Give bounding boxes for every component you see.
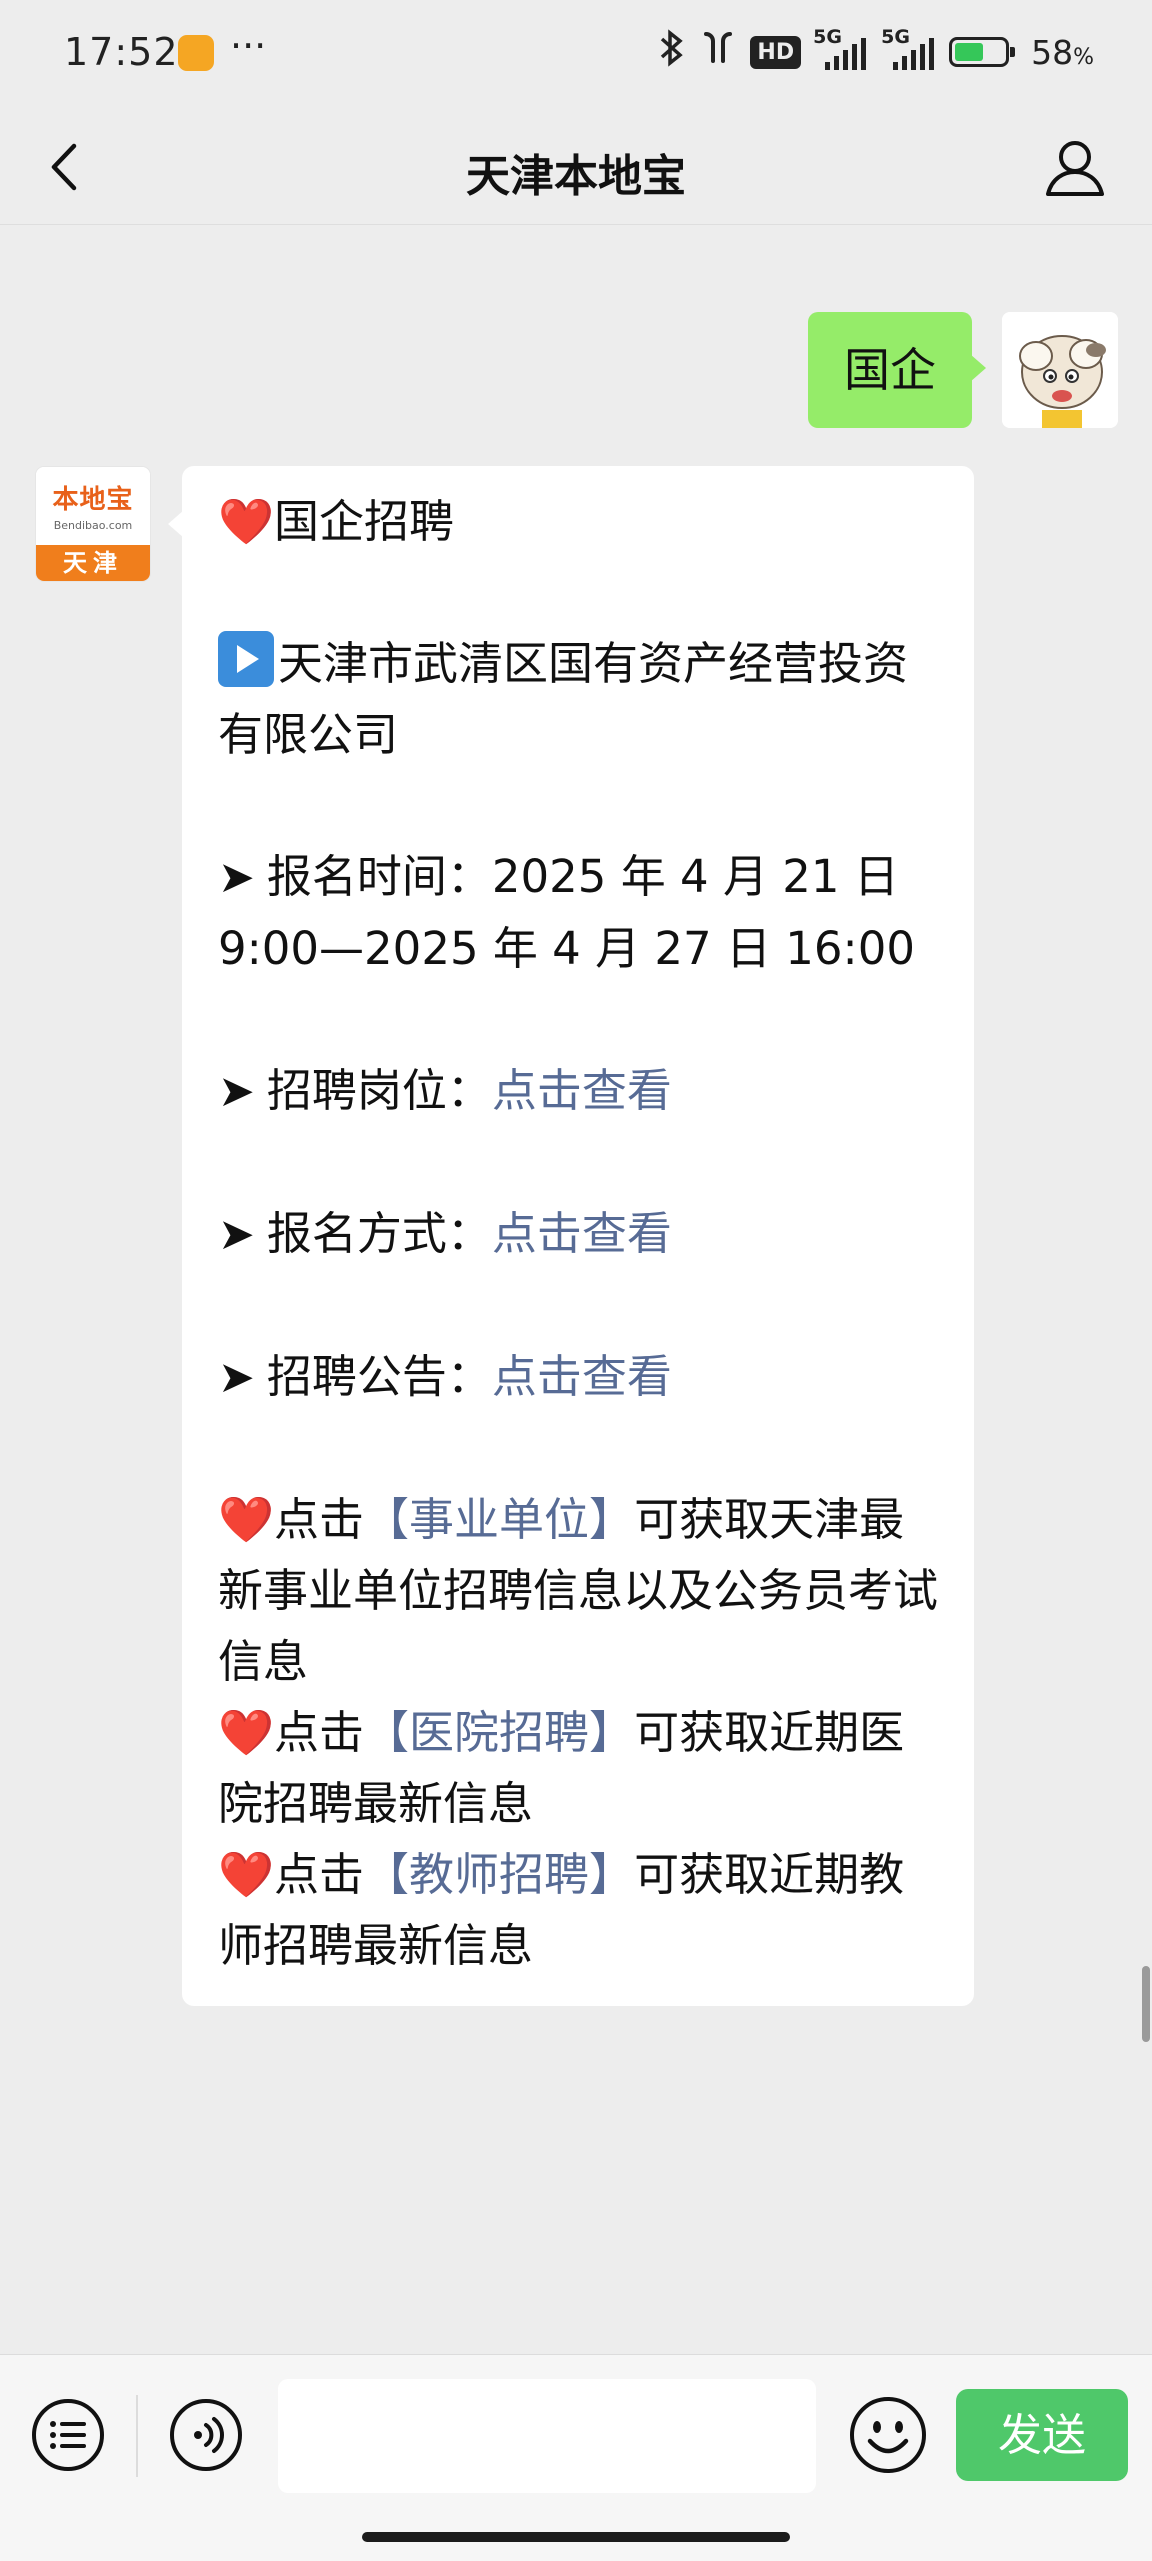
user-avatar[interactable] — [1002, 312, 1118, 428]
scrollbar-thumb[interactable] — [1142, 1966, 1150, 2042]
voice-button[interactable] — [168, 2397, 244, 2473]
arrow-icon: ➤ — [218, 852, 255, 903]
emoji-button[interactable] — [848, 2395, 928, 2475]
status-time: 17:52 — [64, 30, 179, 74]
app-notification-icon — [178, 35, 214, 71]
hospital-recruitment-link[interactable]: 【医院招聘】 — [364, 1706, 634, 1759]
method-link[interactable]: 点击查看 — [492, 1207, 672, 1260]
method-row: ➤ 报名方式：点击查看 — [218, 1207, 672, 1260]
send-button[interactable]: 发送 — [956, 2389, 1128, 2481]
positions-row: ➤ 招聘岗位：点击查看 — [218, 1064, 672, 1117]
company-name: 天津市武清区国有资产经营投资有限公司 — [218, 628, 940, 770]
message-heading: ❤️国企招聘 — [218, 495, 455, 548]
arrow-icon: ➤ — [218, 1066, 255, 1117]
public-institution-link[interactable]: 【事业单位】 — [364, 1493, 634, 1546]
battery-level — [955, 43, 984, 61]
bluetooth-icon — [656, 28, 686, 77]
status-icons: HD 5G 5G 58% — [656, 26, 1094, 77]
registration-time: ➤ 报名时间：2025 年 4 月 21 日 9:00—2025 年 4 月 27… — [218, 850, 915, 975]
more-notifications-icon: ··· — [230, 24, 267, 68]
battery-percent: 58% — [1031, 32, 1094, 72]
chat-title: 天津本地宝 — [466, 151, 686, 202]
notice-row: ➤ 招聘公告：点击查看 — [218, 1350, 672, 1403]
emoji-icon — [850, 2397, 926, 2473]
brand-logo-text: 本地宝 — [52, 485, 134, 515]
tip-public-institution: ❤️点击【事业单位】可获取天津最新事业单位招聘信息以及公务员考试信息 — [218, 1493, 939, 1688]
input-bar: 发送 — [0, 2354, 1152, 2561]
profile-button[interactable] — [1042, 134, 1108, 200]
city-label: 天津 — [36, 545, 150, 581]
battery-icon — [949, 37, 1016, 67]
nav-bar: 天津本地宝 — [0, 110, 1152, 225]
heart-icon: ❤️ — [218, 1848, 275, 1901]
outgoing-message[interactable]: 国企 — [808, 312, 986, 428]
heart-icon: ❤️ — [218, 495, 275, 548]
divider — [136, 2395, 138, 2477]
notice-link[interactable]: 点击查看 — [492, 1350, 672, 1403]
hd-voice-badge: HD — [750, 35, 802, 69]
teacher-recruitment-link[interactable]: 【教师招聘】 — [364, 1848, 634, 1901]
home-indicator[interactable] — [362, 2532, 790, 2542]
signal-strength-icon: 5G — [813, 26, 869, 72]
tip-teacher: ❤️点击【教师招聘】可获取近期教师招聘最新信息 — [218, 1848, 905, 1972]
play-button-icon — [218, 631, 274, 687]
cartoon-sheep-avatar — [1002, 312, 1118, 428]
positions-link[interactable]: 点击查看 — [492, 1064, 672, 1117]
earbuds-icon — [698, 28, 738, 77]
arrow-icon: ➤ — [218, 1209, 255, 1260]
tip-hospital: ❤️点击【医院招聘】可获取近期医院招聘最新信息 — [218, 1706, 905, 1830]
message-input[interactable] — [278, 2379, 816, 2493]
heart-icon: ❤️ — [218, 1493, 275, 1546]
menu-button[interactable] — [30, 2397, 106, 2473]
arrow-icon: ➤ — [218, 1352, 255, 1403]
signal-strength-icon: 5G — [881, 26, 937, 72]
status-bar: 17:52 ··· HD 5G 5G 58% — [0, 0, 1152, 110]
voice-icon — [170, 2399, 242, 2471]
person-icon — [1046, 141, 1104, 196]
heart-icon: ❤️ — [218, 1706, 275, 1759]
incoming-message: ❤️国企招聘 天津市武清区国有资产经营投资有限公司 ➤ 报名时间：2025 年 4… — [168, 466, 974, 2006]
list-menu-icon — [32, 2399, 104, 2471]
brand-domain-text: Bendibao.com — [53, 519, 133, 532]
official-account-avatar[interactable]: 本地宝 Bendibao.com 天津 — [36, 467, 150, 581]
